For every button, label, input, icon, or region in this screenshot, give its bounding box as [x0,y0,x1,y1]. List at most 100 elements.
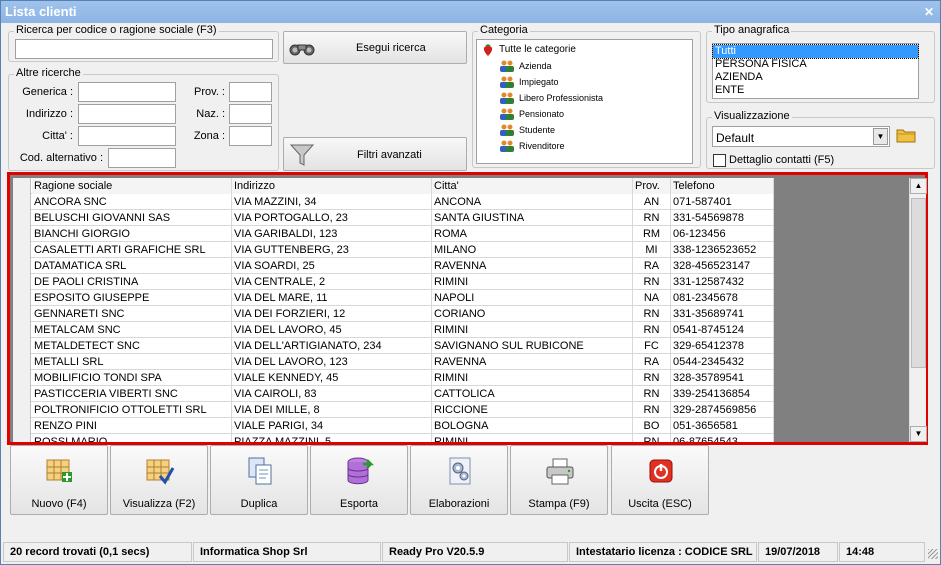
row-selector[interactable] [13,402,31,418]
table-cell: BO [633,418,671,434]
tipo-listbox[interactable]: Tutti PERSONA FISICA AZIENDA ENTE [712,43,919,99]
row-selector[interactable] [13,210,31,226]
row-selector[interactable] [13,242,31,258]
table-row[interactable]: CASALETTI ARTI GRAFICHE SRL VIA GUTTENBER… [13,242,774,258]
tipo-item[interactable]: Tutti [712,44,919,59]
category-item[interactable]: Libero Professionista [500,90,603,106]
row-selector[interactable] [13,418,31,434]
prov-input[interactable] [229,82,272,102]
category-item[interactable]: Pensionato [500,106,564,122]
table-row[interactable]: PASTICCERIA VIBERTI SNC VIA CAIROLI, 83 CA… [13,386,774,402]
table-cell: VIA DEL LAVORO, 123 [232,354,432,370]
table-cell: VIA CAIROLI, 83 [232,386,432,402]
resize-grip-icon[interactable] [928,549,938,559]
close-icon[interactable]: ✕ [921,4,937,20]
nuovo-button[interactable]: Nuovo (F4) [10,445,108,515]
table-cell: ROSSI MARIO [32,434,232,442]
table-row[interactable]: METALDETECT SNC VIA DELL'ARTIGIANATO, 234… [13,338,774,354]
generica-input[interactable] [78,82,176,102]
table-cell: 051-3656581 [671,418,774,434]
table-row[interactable]: MOBILIFICIO TONDI SPA VIALE KENNEDY, 45 RI… [13,370,774,386]
table-cell: RENZO PINI [32,418,232,434]
category-item[interactable]: Azienda [500,58,552,74]
table-row[interactable]: DE PAOLI CRISTINA VIA CENTRALE, 2 RIMINI RN… [13,274,774,290]
column-header-ragione[interactable]: Ragione sociale [32,178,232,194]
row-selector[interactable] [13,306,31,322]
row-selector[interactable] [13,338,31,354]
citta-input[interactable] [78,126,176,146]
category-item[interactable]: Studente [500,122,555,138]
table-cell: DE PAOLI CRISTINA [32,274,232,290]
table-cell: RN [633,306,671,322]
column-header-citta[interactable]: Citta' [432,178,633,194]
table-cell: VIA DEL LAVORO, 45 [232,322,432,338]
duplica-button[interactable]: Duplica [210,445,308,515]
table-row[interactable]: BIANCHI GIORGIO VIA GARIBALDI, 123 ROMA RM 0… [13,226,774,242]
row-selector[interactable] [13,386,31,402]
table-row[interactable]: RENZO PINI VIALE PARIGI, 34 BOLOGNA BO 051-3… [13,418,774,434]
table-cell: RN [633,370,671,386]
table-row[interactable]: GENNARETI SNC VIA DEI FORZIERI, 12 CORIANO… [13,306,774,322]
elaborazioni-button[interactable]: Elaborazioni [410,445,508,515]
visualizza-button[interactable]: Visualizza (F2) [110,445,208,515]
window-title: Lista clienti [5,4,77,19]
esporta-button[interactable]: Esporta [310,445,408,515]
row-selector[interactable] [13,194,31,210]
row-selector[interactable] [13,354,31,370]
table-row[interactable]: ANCORA SNC VIA MAZZINI, 34 ANCONA AN 071-587… [13,194,774,210]
search-button[interactable]: Esegui ricerca [283,31,467,64]
column-header-prov[interactable]: Prov. [633,178,671,194]
table-cell: 331-12587432 [671,274,774,290]
tipo-item[interactable]: PERSONA FISICA [713,58,918,71]
advanced-filter-button[interactable]: Filtri avanzati [283,137,467,171]
chevron-down-icon[interactable]: ▼ [873,128,888,145]
scroll-down-icon[interactable]: ▼ [910,426,927,442]
table-row[interactable]: METALLI SRL VIA DEL LAVORO, 123 RAVENNA RA 0… [13,354,774,370]
tipo-item[interactable]: ENTE [713,84,918,97]
zona-input[interactable] [229,126,272,146]
table-row[interactable]: BELUSCHI GIOVANNI SAS VIA PORTOGALLO, 23 S… [13,210,774,226]
cod-alt-input[interactable] [108,148,176,168]
scroll-up-icon[interactable]: ▲ [910,178,927,194]
table-cell: 06-123456 [671,226,774,242]
row-selector[interactable] [13,322,31,338]
column-header-telefono[interactable]: Telefono [671,178,774,194]
dettaglio-checkbox[interactable] [713,154,726,167]
search-input[interactable] [15,39,273,59]
clients-grid[interactable]: Ragione sociale Indirizzo Citta' Prov. T… [13,178,774,442]
status-date: 19/07/2018 [758,542,838,562]
table-row[interactable]: METALCAM SNC VIA DEL LAVORO, 45 RIMINI RN 05… [13,322,774,338]
table-cell: RA [633,258,671,274]
row-selector[interactable] [13,226,31,242]
indirizzo-input[interactable] [78,104,176,124]
uscita-button[interactable]: Uscita (ESC) [611,445,709,515]
scroll-thumb[interactable] [911,198,926,368]
naz-input[interactable] [229,104,272,124]
categoria-tree[interactable]: Tutte le categorie Azienda Impiegato Lib… [476,39,693,164]
category-item[interactable]: Rivenditore [500,138,565,154]
row-selector[interactable] [13,258,31,274]
tipo-item[interactable]: AZIENDA [713,71,918,84]
table-cell: VIA SOARDI, 25 [232,258,432,274]
table-row[interactable]: POLTRONIFICIO OTTOLETTI SRL VIA DEI MILLE… [13,402,774,418]
citta-label: Citta' : [42,130,73,142]
column-header-indirizzo[interactable]: Indirizzo [232,178,432,194]
row-selector[interactable] [13,274,31,290]
category-label: Tutte le categorie [499,44,576,55]
duplica-label: Duplica [240,498,278,510]
prov-label: Prov. : [194,86,225,98]
visualizzazione-select[interactable]: Default ▼ [712,126,890,147]
category-item[interactable]: Impiegato [500,74,559,90]
grid-vertical-scrollbar[interactable]: ▲ ▼ [909,178,927,442]
folder-button[interactable] [895,125,919,147]
row-selector[interactable] [13,370,31,386]
category-item[interactable]: Tutte le categorie [483,42,576,58]
users-icon [500,124,514,136]
table-row[interactable]: ROSSI MARIO PIAZZA MAZZINI, 5 RIMINI RN 06-8… [13,434,774,442]
row-selector[interactable] [13,434,31,442]
table-row[interactable]: DATAMATICA SRL VIA SOARDI, 25 RAVENNA RA 328… [13,258,774,274]
table-cell: ANCONA [432,194,633,210]
stampa-button[interactable]: Stampa (F9) [510,445,608,515]
row-selector[interactable] [13,290,31,306]
table-row[interactable]: ESPOSITO GIUSEPPE VIA DEL MARE, 11 NAPOLI N… [13,290,774,306]
